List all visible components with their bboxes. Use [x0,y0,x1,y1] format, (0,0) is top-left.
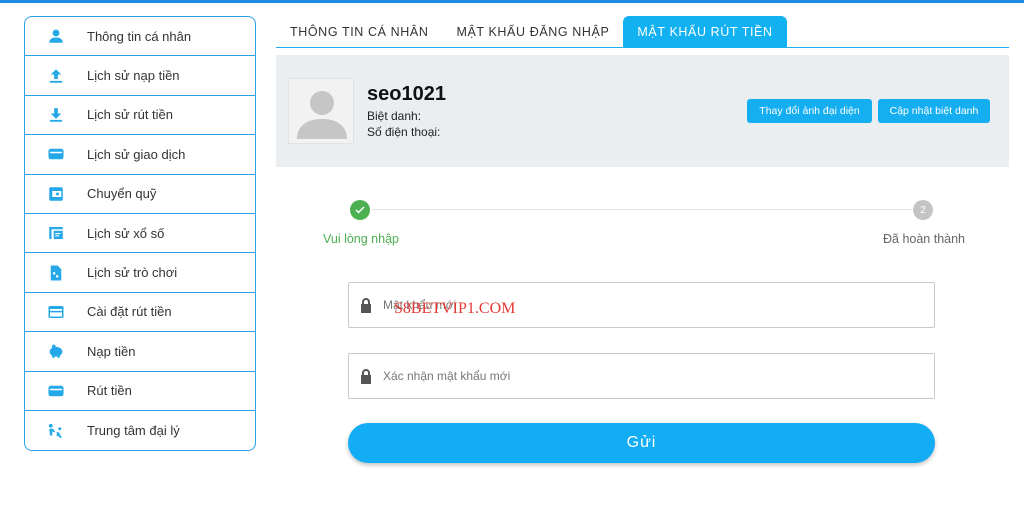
confirm-password-field [348,353,935,399]
lock-icon [349,297,383,313]
sidebar-item-label: Thông tin cá nhân [87,28,192,44]
sidebar-item-label: Lịch sử xổ số [87,225,165,241]
sidebar-item-label: Trung tâm đại lý [87,423,180,439]
submit-button[interactable]: Gửi [348,423,935,463]
sidebar-item-withdraw-history[interactable]: Lịch sử rút tiền [25,96,255,136]
sidebar-item-lottery-history[interactable]: Lịch sử xổ số [25,214,255,254]
profile-card: seo1021 Biệt danh: Số điện thoại: Thay đ… [276,55,1009,167]
tab-bar: THÔNG TIN CÁ NHÂN MẬT KHẨU ĐĂNG NHẬP MẬT… [276,16,1009,48]
lottery-icon [25,224,87,242]
phone-label: Số điện thoại: [367,125,441,139]
step-progress-line [372,209,912,210]
sidebar-item-personal-info[interactable]: Thông tin cá nhân [25,17,255,57]
sidebar-item-fund-transfer[interactable]: Chuyển quỹ [25,175,255,214]
lock-icon [349,368,383,384]
tab-personal-info[interactable]: THÔNG TIN CÁ NHÂN [276,16,442,47]
tab-withdraw-password[interactable]: MẬT KHẨU RÚT TIỀN [623,16,787,47]
step-2-label: Đã hoàn thành [883,232,966,246]
sidebar-item-agent-center[interactable]: Trung tâm đại lý [25,411,255,450]
top-accent-bar [0,0,1024,3]
new-password-input[interactable] [383,290,903,320]
piggy-bank-icon [25,342,87,360]
sidebar-item-label: Lịch sử nạp tiền [87,68,180,84]
sidebar-item-label: Nạp tiền [87,343,136,359]
sidebar-item-withdraw[interactable]: Rút tiền [25,372,255,411]
update-nickname-button[interactable]: Cập nhật biệt danh [878,99,990,123]
transfer-icon [25,185,87,203]
sidebar-item-label: Cài đặt rút tiền [87,304,172,320]
username: seo1021 [367,83,446,105]
sidebar-menu: Thông tin cá nhân Lịch sử nạp tiền Lịch … [24,16,256,451]
agent-icon [25,422,87,440]
step-1-label: Vui lòng nhập [323,232,399,246]
sidebar-item-deposit[interactable]: Nạp tiền [25,332,255,372]
nickname-label: Biệt danh: [367,109,422,123]
sidebar-item-deposit-history[interactable]: Lịch sử nạp tiền [25,56,255,96]
change-avatar-button[interactable]: Thay đổi ảnh đại diện [747,99,872,123]
wallet-icon [25,382,87,400]
sidebar-item-label: Lịch sử giao dịch [87,146,186,162]
confirm-password-input[interactable] [383,361,903,391]
card-icon [25,303,87,321]
avatar-placeholder-icon [297,91,347,139]
game-icon [25,264,87,282]
checkmark-icon [355,206,365,214]
sidebar-item-game-history[interactable]: Lịch sử trò chơi [25,253,255,293]
new-password-field [348,282,935,328]
step-1-complete-indicator [350,200,370,220]
wallet-icon [25,145,87,163]
step-2-indicator: 2 [913,200,933,220]
avatar[interactable] [288,78,354,144]
sidebar-item-label: Lịch sử trò chơi [87,265,178,281]
sidebar-item-label: Lịch sử rút tiền [87,107,174,123]
sidebar-item-withdraw-settings[interactable]: Cài đặt rút tiền [25,293,255,333]
sidebar-item-transaction-history[interactable]: Lịch sử giao dịch [25,135,255,175]
sidebar-item-label: Rút tiền [87,383,132,399]
tab-login-password[interactable]: MẬT KHẨU ĐĂNG NHẬP [442,16,623,47]
sidebar-item-label: Chuyển quỹ [87,186,157,202]
upload-icon [25,67,87,85]
download-icon [25,106,87,124]
user-icon [25,27,87,45]
